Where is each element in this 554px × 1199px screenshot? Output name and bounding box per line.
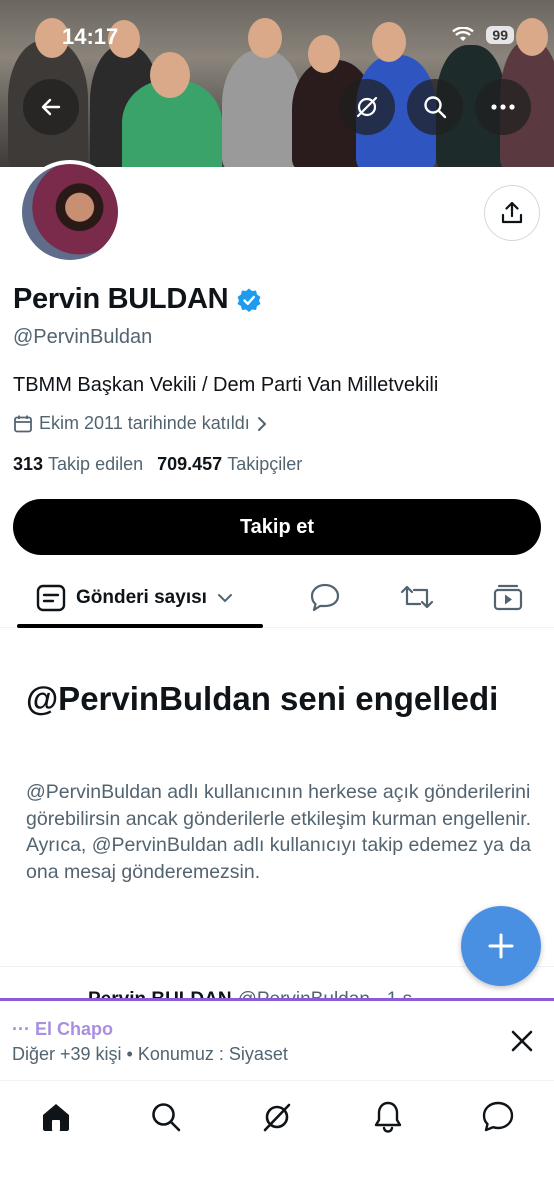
- banner-figure: [248, 18, 282, 58]
- profile-handle: @PervinBuldan: [13, 326, 153, 348]
- bell-icon: [374, 1101, 402, 1133]
- profile-banner[interactable]: 14:17 99: [0, 0, 554, 167]
- more-icon: [491, 104, 515, 110]
- share-button[interactable]: [484, 185, 540, 241]
- following-count: 313: [13, 454, 44, 474]
- active-tab-indicator: [17, 624, 263, 628]
- tab-media[interactable]: [492, 582, 524, 617]
- blocked-description: @PervinBuldan adlı kullanıcının herkese …: [26, 781, 532, 883]
- followers-link[interactable]: 709.457 Takipçiler: [157, 454, 302, 475]
- blocked-title: @PervinBuldan seni engelledi: [26, 680, 499, 717]
- wifi-icon: [452, 27, 475, 41]
- following-label: Takip edilen: [48, 454, 144, 474]
- nav-messages[interactable]: [478, 1097, 518, 1137]
- profile-bio: TBMM Başkan Vekili / Dem Parti Van Mille…: [13, 374, 439, 396]
- profile-tabs: Gönderi sayısı: [0, 570, 554, 628]
- banner-figure: [150, 52, 190, 98]
- search-button[interactable]: [407, 79, 463, 135]
- tab-reposts[interactable]: [399, 582, 435, 617]
- battery-indicator: 99: [486, 26, 514, 44]
- bottom-navigation: [0, 1082, 554, 1199]
- nav-home[interactable]: [36, 1097, 76, 1137]
- followers-count: 709.457: [157, 454, 223, 474]
- share-icon: [501, 201, 523, 224]
- profile-name: Pervin BULDAN: [13, 283, 229, 315]
- notification-title: ··· El Chapo: [12, 1019, 113, 1039]
- nav-grok[interactable]: [257, 1097, 297, 1137]
- banner-figure: [308, 35, 340, 73]
- joined-date[interactable]: Ekim 2011 tarihinde katıldı: [13, 413, 268, 434]
- banner-figure: [372, 22, 406, 62]
- follow-button[interactable]: Takip et: [13, 499, 541, 555]
- repost-icon: [400, 585, 434, 609]
- plus-icon: [488, 933, 514, 959]
- chat-bubble-icon: [482, 1101, 514, 1132]
- video-icon: [493, 584, 523, 611]
- search-icon: [424, 96, 447, 119]
- tab-replies[interactable]: [309, 582, 341, 617]
- chevron-down-icon: [217, 594, 232, 603]
- chevron-right-icon: [257, 416, 267, 431]
- notification-subtitle: Diğer +39 kişi • Konumuz : Siyaset: [12, 1044, 288, 1064]
- following-link[interactable]: 313 Takip edilen: [13, 454, 143, 475]
- notification-banner[interactable]: ··· El Chapo Diğer +39 kişi • Konumuz : …: [0, 1001, 554, 1081]
- followers-label: Takipçiler: [227, 454, 303, 474]
- search-icon: [152, 1103, 181, 1132]
- avatar[interactable]: [18, 160, 122, 264]
- follow-counts: 313 Takip edilen 709.457 Takipçiler: [13, 454, 302, 475]
- status-time: 14:17: [62, 24, 119, 49]
- grok-icon: [263, 1103, 291, 1132]
- nav-notifications[interactable]: [368, 1097, 408, 1137]
- back-button[interactable]: [23, 79, 79, 135]
- more-button[interactable]: [475, 79, 531, 135]
- banner-figure: [516, 18, 548, 56]
- home-icon: [43, 1104, 69, 1131]
- joined-text: Ekim 2011 tarihinde katıldı: [39, 413, 250, 433]
- posts-icon: [36, 584, 66, 612]
- arrow-left-icon: [41, 98, 61, 116]
- reply-icon: [310, 583, 340, 612]
- banner-figure: [222, 50, 302, 167]
- grok-button[interactable]: [339, 79, 395, 135]
- tab-posts-label: Gönderi sayısı: [76, 587, 207, 608]
- verified-badge-icon[interactable]: [236, 287, 262, 313]
- status-icons: 99: [452, 26, 514, 44]
- notification-close-button[interactable]: [508, 1027, 536, 1060]
- grok-icon: [356, 96, 378, 118]
- compose-button[interactable]: [461, 906, 541, 986]
- tab-posts[interactable]: Gönderi sayısı: [36, 584, 233, 612]
- nav-search[interactable]: [146, 1097, 186, 1137]
- calendar-icon: [14, 415, 32, 432]
- close-icon: [511, 1030, 533, 1052]
- profile-name-row: Pervin BULDAN: [13, 283, 262, 316]
